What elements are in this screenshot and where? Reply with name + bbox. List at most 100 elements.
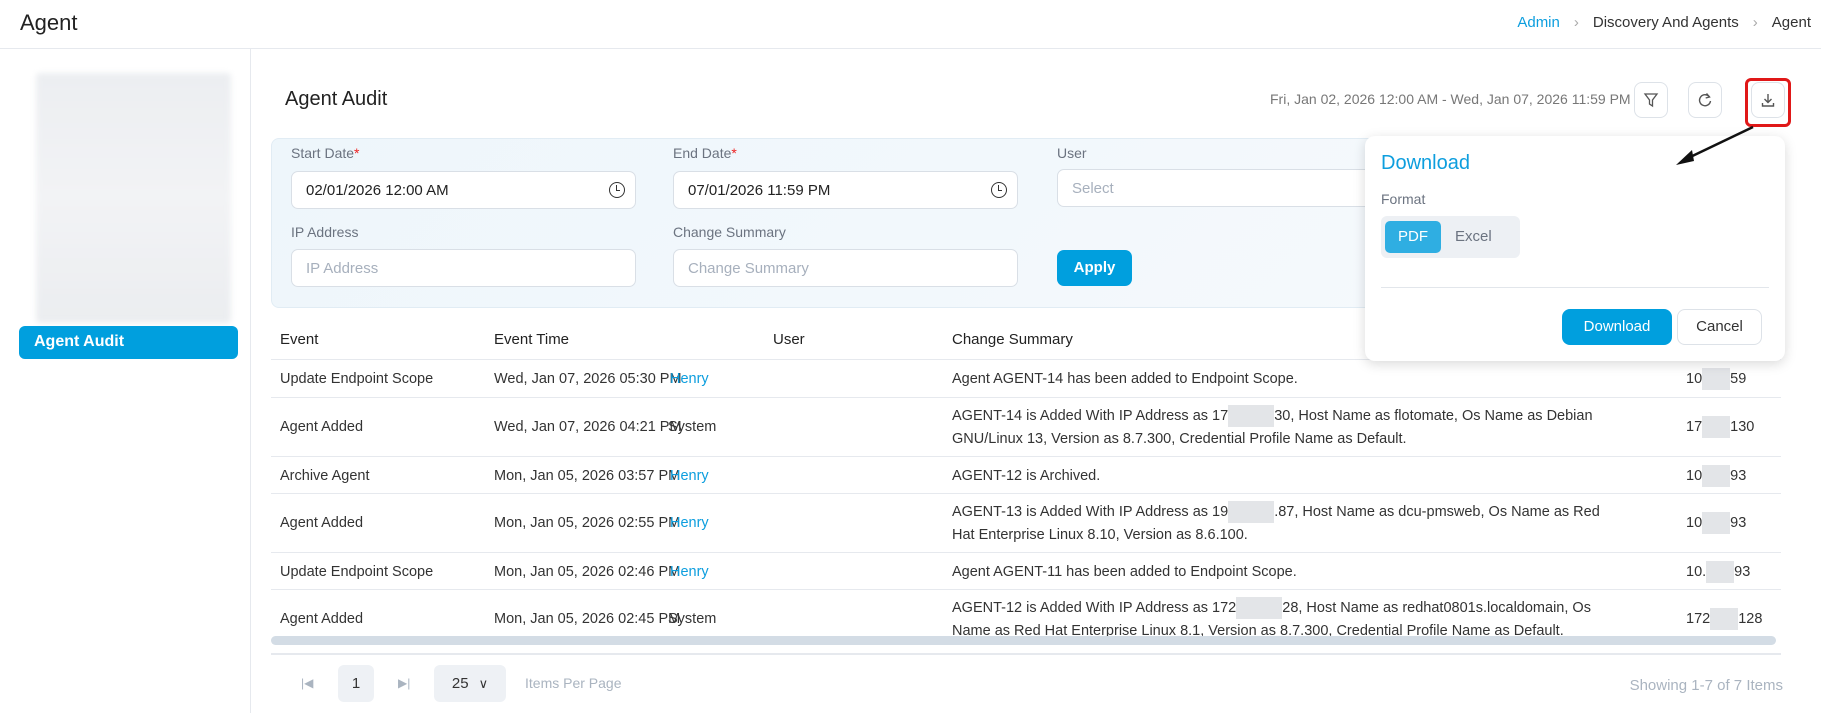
cell-user[interactable]: Henry bbox=[670, 465, 709, 488]
cell-event: Agent Added bbox=[280, 611, 364, 627]
sidebar-item-agent-audit[interactable]: Agent Audit bbox=[19, 326, 238, 359]
user-select[interactable]: Select bbox=[1057, 169, 1397, 207]
summary-text: Agent AGENT-14 has been added to Endpoin… bbox=[952, 371, 1298, 387]
table-row[interactable]: Archive Agent Mon, Jan 05, 2026 03:57 PM H… bbox=[271, 457, 1781, 494]
ip-prefix: 10. bbox=[1686, 564, 1707, 580]
summary-text: AGENT-12 is Archived. bbox=[952, 468, 1101, 484]
clock-icon[interactable] bbox=[991, 182, 1007, 198]
cell-ip-address: 10. 93 bbox=[1686, 561, 1750, 584]
ip-prefix: 17 bbox=[1686, 419, 1703, 435]
refresh-button[interactable] bbox=[1688, 82, 1722, 118]
cell-user[interactable]: Henry bbox=[670, 368, 709, 391]
end-date-value: 07/01/2026 11:59 PM bbox=[688, 182, 831, 199]
refresh-icon bbox=[1698, 93, 1712, 107]
popup-title: Download bbox=[1381, 152, 1470, 174]
cell-user: System bbox=[668, 611, 717, 627]
format-pdf[interactable]: PDF bbox=[1385, 221, 1441, 253]
cell-event-time: Mon, Jan 05, 2026 02:45 PM bbox=[494, 611, 681, 627]
breadcrumb-discovery[interactable]: Discovery And Agents bbox=[1593, 14, 1739, 31]
ip-suffix: 93 bbox=[1730, 515, 1747, 531]
start-date-value: 02/01/2026 12:00 AM bbox=[306, 182, 449, 199]
table-row[interactable]: Agent Added Wed, Jan 07, 2026 04:21 PM Sys… bbox=[271, 398, 1781, 457]
page-size-select[interactable]: 25 ∨ bbox=[434, 665, 506, 702]
redaction-mask bbox=[1228, 405, 1275, 428]
breadcrumb-agent: Agent bbox=[1771, 14, 1811, 31]
ip-address-label: IP Address bbox=[291, 224, 359, 240]
change-summary-input[interactable]: Change Summary bbox=[673, 249, 1018, 287]
confirm-download-button[interactable]: Download bbox=[1562, 309, 1672, 345]
ip-prefix: 10 bbox=[1686, 515, 1703, 531]
cell-event-time: Wed, Jan 07, 2026 04:21 PM bbox=[494, 419, 682, 435]
annotation-arrow bbox=[1676, 125, 1754, 165]
ip-address-input[interactable]: IP Address bbox=[291, 249, 636, 287]
format-label: Format bbox=[1381, 191, 1426, 207]
first-page-icon[interactable]: |◀ bbox=[301, 676, 313, 690]
ip-suffix: 59 bbox=[1730, 371, 1747, 387]
table-row[interactable]: Agent Added Mon, Jan 05, 2026 02:45 PM Sys… bbox=[271, 590, 1781, 640]
redaction-mask bbox=[1228, 501, 1275, 524]
redaction-mask bbox=[1702, 465, 1731, 488]
last-page-icon[interactable]: ▶| bbox=[398, 676, 410, 690]
cell-event: Archive Agent bbox=[280, 468, 370, 484]
ip-prefix: 10 bbox=[1686, 468, 1703, 484]
start-date-label-text: Start Date bbox=[291, 145, 355, 161]
popup-divider bbox=[1381, 287, 1769, 288]
cell-event-time: Wed, Jan 07, 2026 05:30 PM bbox=[494, 371, 682, 387]
date-range: Fri, Jan 02, 2026 12:00 AM - Wed, Jan 07… bbox=[1270, 91, 1631, 107]
page-number-button[interactable]: 1 bbox=[338, 665, 374, 702]
format-excel[interactable]: Excel bbox=[1455, 221, 1492, 253]
table-row[interactable]: Update Endpoint Scope Mon, Jan 05, 2026 0… bbox=[271, 553, 1781, 590]
cell-user[interactable]: Henry bbox=[670, 512, 709, 535]
filter-icon bbox=[1643, 93, 1659, 108]
filter-button[interactable] bbox=[1634, 82, 1668, 118]
summary-text: AGENT-13 is Added With IP Address as 19 bbox=[952, 504, 1229, 520]
start-date-label: Start Date* bbox=[291, 145, 359, 161]
end-date-label: End Date* bbox=[673, 145, 737, 161]
horizontal-scrollbar[interactable] bbox=[271, 636, 1776, 645]
cell-ip-address: 10 93 bbox=[1686, 512, 1746, 535]
chevron-right-icon: › bbox=[1752, 14, 1758, 31]
ip-prefix: 172 bbox=[1686, 611, 1711, 627]
cell-user: System bbox=[668, 419, 717, 435]
cell-event: Update Endpoint Scope bbox=[280, 371, 434, 387]
required-marker: * bbox=[731, 145, 737, 161]
cell-change-summary: Agent AGENT-11 has been added to Endpoin… bbox=[952, 561, 1602, 584]
breadcrumb: Admin › Discovery And Agents › Agent bbox=[1517, 14, 1811, 31]
page-title: Agent bbox=[20, 10, 78, 35]
cancel-button[interactable]: Cancel bbox=[1677, 309, 1762, 345]
cell-ip-address: 10 93 bbox=[1686, 465, 1746, 488]
cell-change-summary: Agent AGENT-14 has been added to Endpoin… bbox=[952, 368, 1602, 391]
start-date-input[interactable]: 02/01/2026 12:00 AM bbox=[291, 171, 636, 209]
end-date-input[interactable]: 07/01/2026 11:59 PM bbox=[673, 171, 1018, 209]
chevron-right-icon: › bbox=[1573, 14, 1579, 31]
redaction-mask bbox=[1710, 608, 1739, 631]
cell-event-time: Mon, Jan 05, 2026 02:46 PM bbox=[494, 564, 681, 580]
breadcrumb-admin[interactable]: Admin bbox=[1517, 14, 1560, 31]
table-row[interactable]: Agent Added Mon, Jan 05, 2026 02:55 PM Hen… bbox=[271, 494, 1781, 553]
footer-divider bbox=[271, 653, 1781, 655]
apply-button[interactable]: Apply bbox=[1057, 250, 1132, 286]
clock-icon[interactable] bbox=[609, 182, 625, 198]
section-title: Agent Audit bbox=[285, 88, 388, 110]
table-row[interactable]: Update Endpoint Scope Wed, Jan 07, 2026 0… bbox=[271, 360, 1781, 398]
change-summary-label: Change Summary bbox=[673, 224, 786, 240]
summary-text: AGENT-12 is Added With IP Address as 172 bbox=[952, 600, 1237, 616]
ip-suffix: 93 bbox=[1730, 468, 1747, 484]
cell-user[interactable]: Henry bbox=[670, 561, 709, 584]
ip-suffix: 130 bbox=[1730, 419, 1755, 435]
cell-change-summary: AGENT-13 is Added With IP Address as 19.… bbox=[952, 501, 1602, 547]
cell-ip-address: 172 128 bbox=[1686, 608, 1762, 631]
summary-text: Agent AGENT-11 has been added to Endpoin… bbox=[952, 564, 1297, 580]
format-toggle: PDF Excel bbox=[1381, 216, 1520, 258]
cell-event: Agent Added bbox=[280, 515, 364, 531]
cell-event-time: Mon, Jan 05, 2026 02:55 PM bbox=[494, 515, 681, 531]
items-per-page-label: Items Per Page bbox=[525, 675, 622, 691]
required-marker: * bbox=[354, 145, 360, 161]
redaction-mask bbox=[1702, 512, 1731, 535]
page-size-value: 25 bbox=[451, 675, 469, 692]
cell-ip-address: 17 130 bbox=[1686, 416, 1754, 439]
end-date-label-text: End Date bbox=[673, 145, 732, 161]
cell-event: Agent Added bbox=[280, 419, 364, 435]
blurred-sidebar-items bbox=[36, 73, 231, 323]
cell-change-summary: AGENT-14 is Added With IP Address as 17 3… bbox=[952, 405, 1602, 451]
